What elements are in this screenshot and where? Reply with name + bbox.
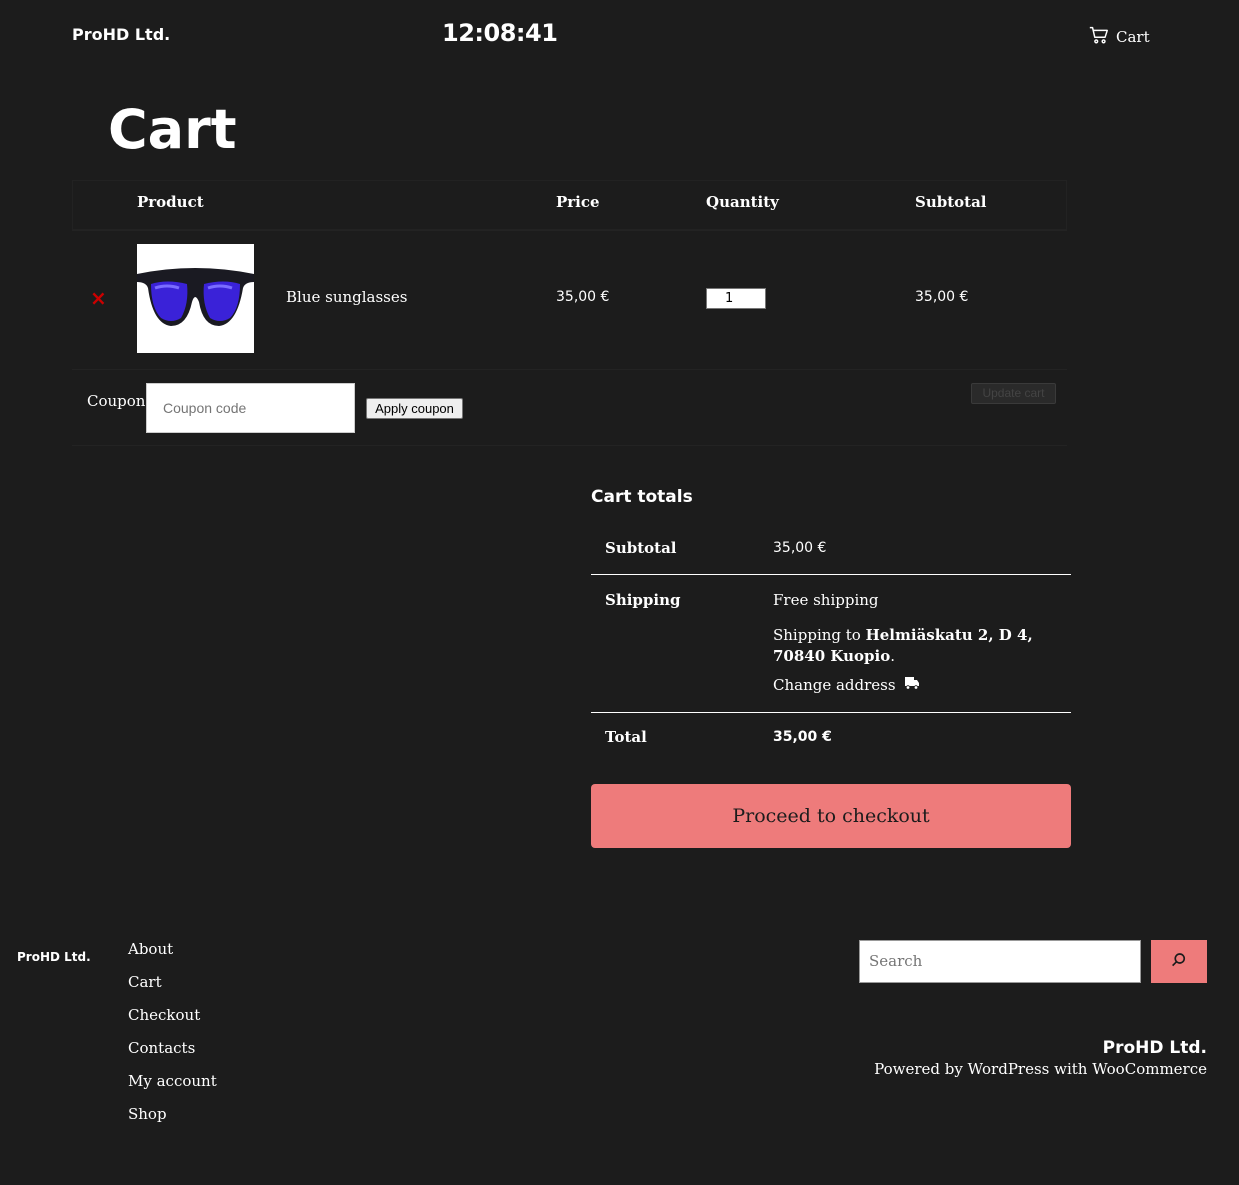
column-header-subtotal: Subtotal: [915, 193, 987, 211]
proceed-to-checkout-button[interactable]: Proceed to checkout: [591, 784, 1071, 848]
product-name-link[interactable]: Blue sunglasses: [286, 288, 407, 306]
page-title: Cart: [108, 98, 237, 161]
footer-nav: About Cart Checkout Contacts My account …: [128, 940, 217, 1138]
change-address-label: Change address: [773, 676, 896, 694]
divider: [591, 712, 1071, 713]
footer-logo[interactable]: ProHD Ltd.: [17, 950, 91, 964]
coupon-code-input[interactable]: Coupon code: [146, 383, 355, 433]
site-title[interactable]: ProHD Ltd.: [72, 25, 170, 44]
shipping-suffix: .: [890, 647, 895, 665]
shipping-method: Free shipping: [773, 591, 879, 609]
update-cart-button: Update cart: [971, 383, 1056, 404]
cart-icon: [1088, 24, 1110, 50]
shipping-destination: Shipping to Helmiäskatu 2, D 4, 70840 Ku…: [773, 625, 1063, 667]
column-header-quantity: Quantity: [706, 193, 779, 211]
footer-nav-about[interactable]: About: [128, 940, 217, 973]
search-button[interactable]: [1151, 940, 1207, 983]
footer-brand[interactable]: ProHD Ltd.: [1103, 1038, 1207, 1058]
totals-total-label: Total: [605, 728, 647, 746]
totals-subtotal-value: 35,00 €: [773, 540, 827, 556]
totals-total-value: 35,00 €: [773, 729, 832, 745]
column-header-product: Product: [137, 193, 204, 211]
cart-totals-title: Cart totals: [591, 487, 693, 507]
cart-link-label: Cart: [1116, 28, 1150, 46]
search-input[interactable]: Search: [859, 940, 1141, 983]
quantity-input[interactable]: 1: [706, 288, 766, 309]
powered-by-prefix: Powered by: [874, 1060, 968, 1078]
change-address-link[interactable]: Change address: [773, 676, 920, 694]
sunglasses-image: [137, 268, 254, 326]
divider: [591, 574, 1071, 575]
coupon-label: Coupon:: [87, 392, 151, 410]
footer-nav-my-account[interactable]: My account: [128, 1072, 217, 1105]
truck-icon: [904, 676, 920, 694]
footer-nav-shop[interactable]: Shop: [128, 1105, 217, 1138]
totals-subtotal-label: Subtotal: [605, 539, 677, 557]
apply-coupon-button[interactable]: Apply coupon: [366, 398, 463, 419]
footer-nav-contacts[interactable]: Contacts: [128, 1039, 217, 1072]
product-thumbnail[interactable]: [137, 244, 254, 353]
product-subtotal: 35,00 €: [915, 289, 969, 305]
clock: 12:08:41: [442, 19, 558, 47]
totals-shipping-label: Shipping: [605, 591, 681, 609]
powered-with: with: [1049, 1060, 1093, 1078]
remove-item-button[interactable]: ×: [90, 286, 107, 310]
search-icon: [1170, 951, 1188, 973]
column-header-price: Price: [556, 193, 600, 211]
footer-nav-checkout[interactable]: Checkout: [128, 1006, 217, 1039]
footer-credits: Powered by WordPress with WooCommerce: [874, 1060, 1207, 1078]
header-cart-link[interactable]: Cart: [1088, 24, 1150, 50]
product-price: 35,00 €: [556, 289, 610, 305]
woocommerce-link[interactable]: WooCommerce: [1092, 1060, 1207, 1078]
wordpress-link[interactable]: WordPress: [968, 1060, 1050, 1078]
shipping-to-prefix: Shipping to: [773, 626, 866, 644]
footer-nav-cart[interactable]: Cart: [128, 973, 217, 1006]
